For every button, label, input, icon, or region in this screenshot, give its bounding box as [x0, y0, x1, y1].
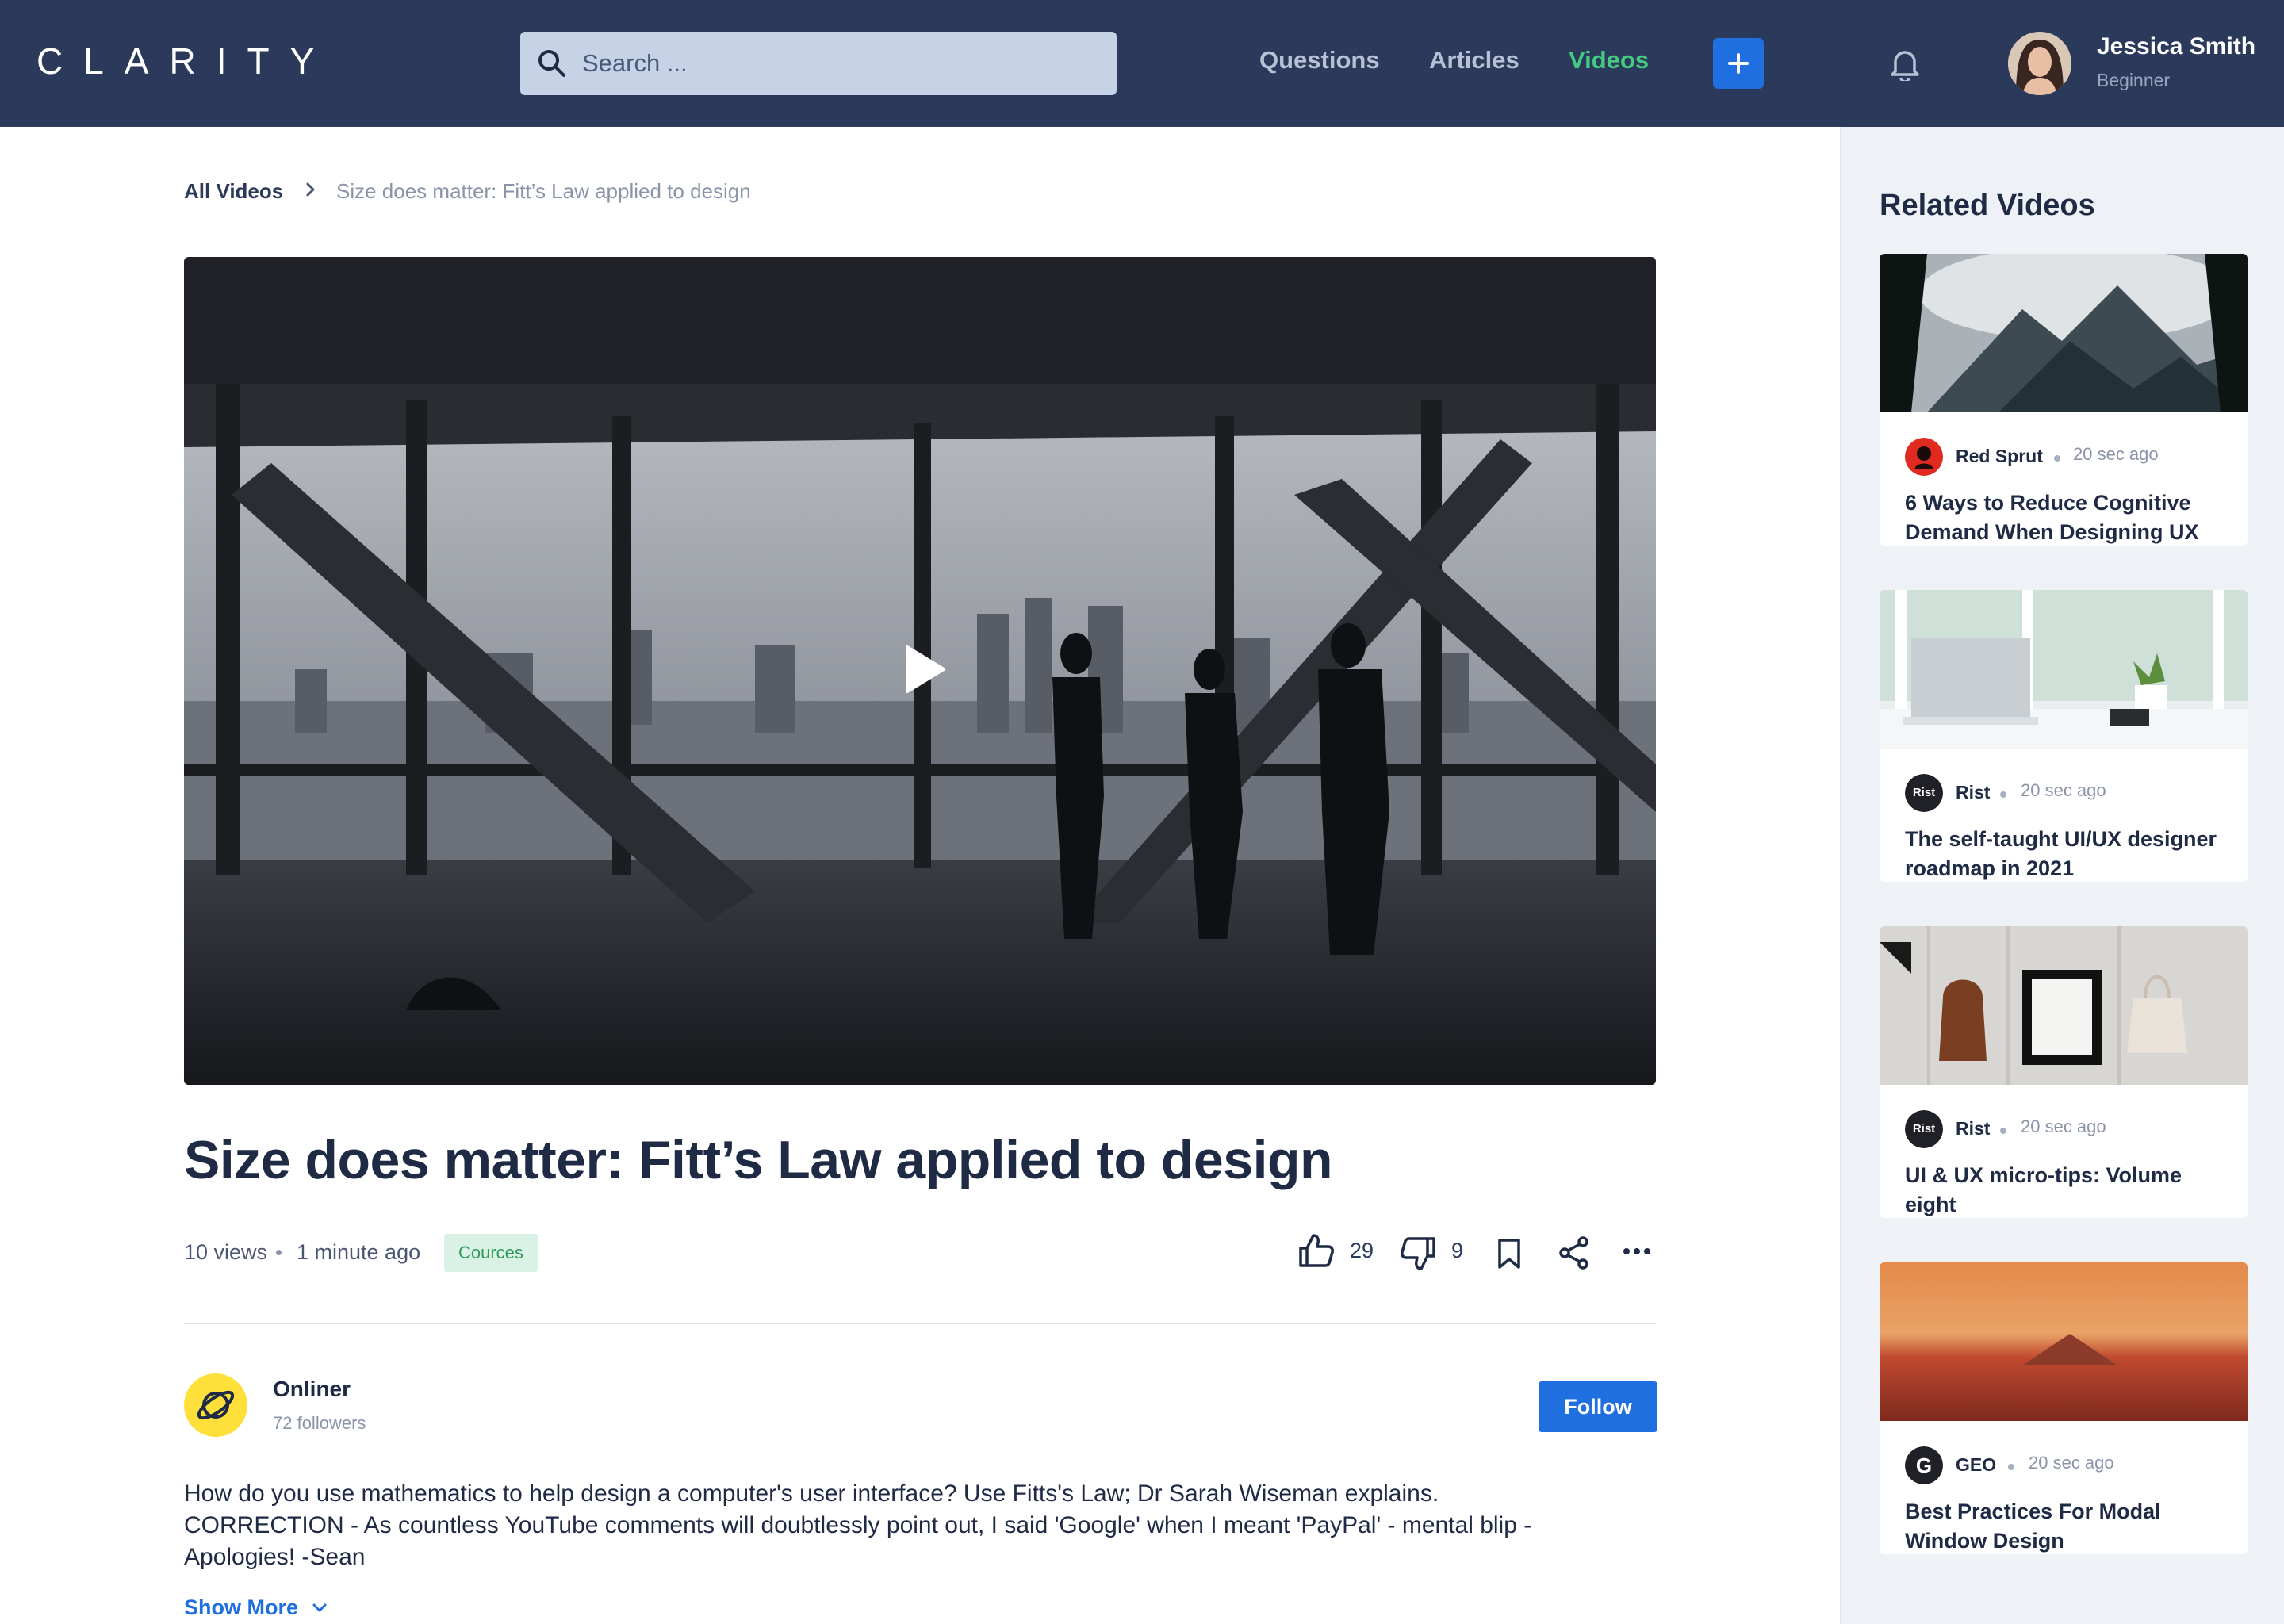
search-icon: [538, 50, 565, 77]
play-icon[interactable]: [902, 644, 947, 695]
clarity-logo[interactable]: CLARITY: [36, 40, 335, 82]
related-channel[interactable]: GEO: [1956, 1454, 1996, 1476]
related-videos-sidebar: Related Videos Red Sprut 20 sec ago 6 Wa…: [1840, 127, 2284, 1624]
related-video-thumbnail: [1880, 590, 2248, 749]
related-video-card[interactable]: Rist Rist 20 sec ago The self-taught UI/…: [1880, 590, 2248, 882]
thumbs-up-icon[interactable]: [1296, 1231, 1336, 1270]
red-sprut-logo: [1905, 438, 1943, 476]
related-channel[interactable]: Red Sprut: [1956, 446, 2043, 467]
bell-icon[interactable]: [1889, 46, 1921, 81]
search-input[interactable]: [582, 40, 1098, 87]
related-title[interactable]: Best Practices For Modal Window Design: [1905, 1497, 2238, 1554]
related-channel[interactable]: Rist: [1956, 1118, 1990, 1139]
related-time: 20 sec ago: [2029, 1453, 2114, 1473]
posted-time: 1 minute ago: [297, 1240, 421, 1264]
view-count: 10 views: [184, 1240, 268, 1264]
meta-separator: [2008, 1464, 2014, 1470]
meta-separator: [2000, 791, 2006, 798]
rist-logo-text: Rist: [1912, 786, 1936, 799]
nav-articles[interactable]: Articles: [1429, 46, 1519, 75]
related-time: 20 sec ago: [2073, 444, 2159, 464]
related-time: 20 sec ago: [2021, 1116, 2106, 1136]
related-title[interactable]: UI & UX micro-tips: Volume eight: [1905, 1161, 2238, 1218]
chevron-right-icon: [306, 182, 315, 197]
channel-name[interactable]: Onliner: [273, 1377, 351, 1402]
video-title: Size does matter: Fitt’s Law applied to …: [184, 1130, 1333, 1190]
content-divider: [184, 1323, 1656, 1324]
rist-logo-text: Rist: [1912, 1122, 1936, 1136]
related-videos-heading: Related Videos: [1880, 189, 2095, 222]
breadcrumb-current: Size does matter: Fitt’s Law applied to …: [336, 179, 751, 203]
show-more-link[interactable]: Show More: [184, 1595, 298, 1620]
meta-separator: [276, 1250, 282, 1255]
more-icon[interactable]: [1623, 1247, 1651, 1256]
share-icon[interactable]: [1558, 1235, 1591, 1270]
user-avatar[interactable]: [2008, 32, 2071, 95]
planet-icon: [197, 1390, 235, 1420]
chevron-down-icon[interactable]: [311, 1600, 328, 1616]
description-line: How do you use mathematics to help desig…: [184, 1480, 1439, 1507]
create-button[interactable]: [1713, 38, 1764, 89]
related-video-thumbnail: [1880, 254, 2248, 412]
channel-avatar[interactable]: [184, 1373, 247, 1437]
user-name[interactable]: Jessica Smith: [2097, 33, 2255, 60]
thumbs-down-icon[interactable]: [1399, 1234, 1439, 1274]
channel-followers: 72 followers: [273, 1413, 366, 1433]
related-video-card[interactable]: G GEO 20 sec ago Best Practices For Moda…: [1880, 1262, 2248, 1554]
dislike-count: 9: [1451, 1239, 1464, 1262]
related-video-card[interactable]: Rist Rist 20 sec ago UI & UX micro-tips:…: [1880, 926, 2248, 1218]
related-video-thumbnail: [1880, 1262, 2248, 1421]
geo-logo-text: G: [1915, 1454, 1933, 1477]
video-description: How do you use mathematics to help desig…: [184, 1478, 1675, 1573]
nav-videos[interactable]: Videos: [1569, 46, 1649, 75]
plus-icon: [1728, 53, 1749, 74]
description-line: CORRECTION - As countless YouTube commen…: [184, 1512, 1532, 1538]
top-navigation-bar: CLARITY Questions Articles Videos Jessic…: [0, 0, 2284, 127]
related-time: 20 sec ago: [2021, 780, 2106, 800]
nav-questions[interactable]: Questions: [1259, 46, 1380, 75]
meta-separator: [2054, 455, 2060, 462]
related-title[interactable]: 6 Ways to Reduce Cognitive Demand When D…: [1905, 488, 2238, 546]
related-channel[interactable]: Rist: [1956, 782, 1990, 803]
bookmark-icon[interactable]: [1496, 1237, 1523, 1270]
breadcrumb-all-videos[interactable]: All Videos: [184, 179, 283, 204]
like-count: 29: [1350, 1239, 1374, 1262]
related-video-thumbnail: [1880, 926, 2248, 1085]
related-video-card[interactable]: Red Sprut 20 sec ago 6 Ways to Reduce Co…: [1880, 254, 2248, 546]
user-level: Beginner: [2097, 70, 2171, 90]
related-title[interactable]: The self-taught UI/UX designer roadmap i…: [1905, 825, 2238, 882]
search-box[interactable]: [520, 32, 1117, 95]
description-line: Apologies! -Sean: [184, 1544, 366, 1570]
follow-button[interactable]: Follow: [1539, 1381, 1657, 1432]
category-tag[interactable]: Cources: [444, 1234, 538, 1272]
meta-separator: [2000, 1128, 2006, 1134]
